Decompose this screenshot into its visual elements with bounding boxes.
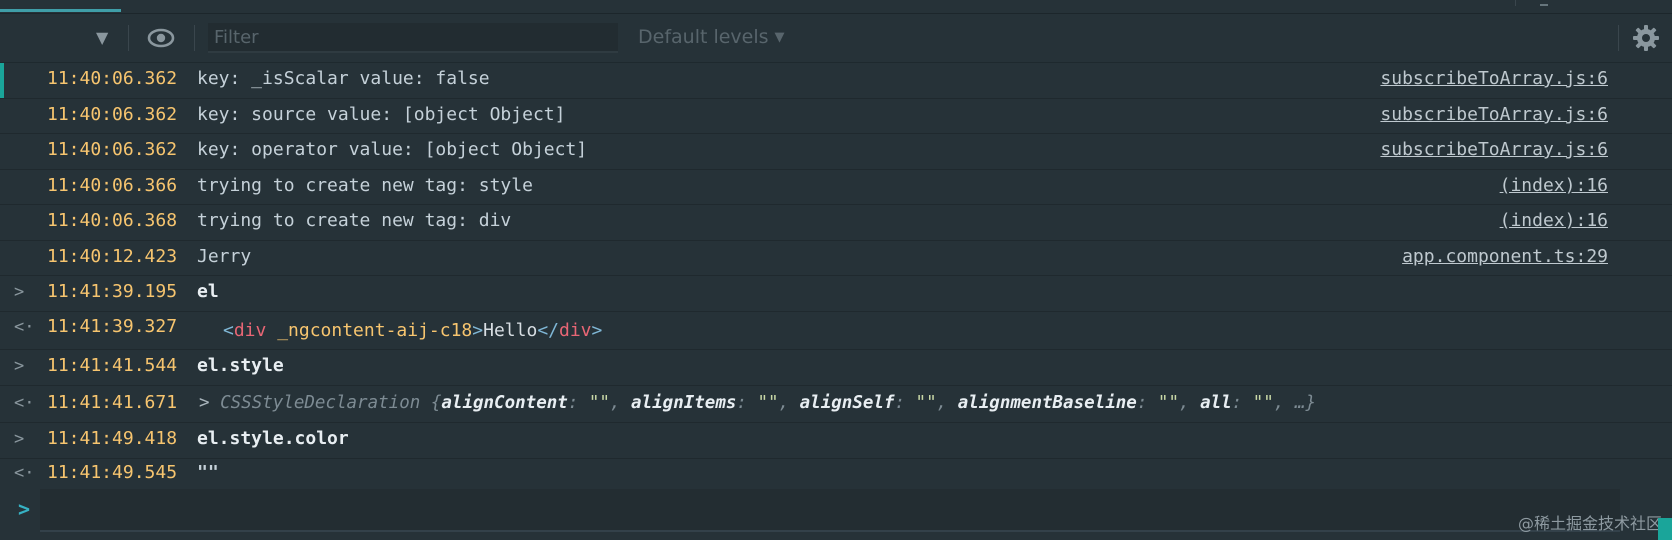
property-key: alignmentBaseline bbox=[957, 393, 1137, 413]
command-row: > 11:41:39.195 el bbox=[0, 275, 1672, 312]
brace-open: { bbox=[430, 393, 442, 413]
ellipsis: …} bbox=[1294, 393, 1316, 413]
element-node[interactable]: <div _ngcontent-aij-c18>Hello</div> bbox=[223, 315, 602, 347]
overflow-icon[interactable] bbox=[1540, 0, 1548, 6]
chevron-right-icon: > bbox=[14, 356, 25, 376]
log-row: 11:40:06.362 key: source value: [object … bbox=[0, 98, 1672, 134]
property-value: "" bbox=[915, 393, 937, 413]
eye-icon[interactable] bbox=[147, 27, 175, 49]
property-value: "" bbox=[1157, 393, 1179, 413]
end-tag-name: div bbox=[559, 320, 592, 341]
timestamp: 11:41:39.195 bbox=[47, 281, 178, 302]
scroll-corner bbox=[1658, 518, 1672, 540]
command-row: > 11:41:41.544 el.style bbox=[0, 349, 1672, 386]
source-link[interactable]: subscribeToArray.js:6 bbox=[1380, 98, 1608, 132]
log-row: 11:40:06.362 key: _isScalar value: false… bbox=[0, 63, 1672, 99]
command-text: el bbox=[197, 281, 219, 302]
property-value: "" bbox=[1252, 393, 1274, 413]
log-row: 11:40:06.368 trying to create new tag: d… bbox=[0, 204, 1672, 241]
timestamp: 11:41:41.671 bbox=[47, 392, 178, 413]
chevron-right-icon: > bbox=[14, 282, 25, 302]
tag-close-bracket: > bbox=[472, 320, 484, 341]
command-text: el.style.color bbox=[197, 428, 349, 449]
property-value: "" bbox=[588, 393, 610, 413]
log-message: key: source value: [object Object] bbox=[197, 104, 566, 125]
timestamp: 11:41:39.327 bbox=[47, 316, 178, 337]
filter-input[interactable] bbox=[208, 23, 618, 53]
attribute-name: _ngcontent-aij-c18 bbox=[277, 320, 473, 341]
return-arrow-icon: <· bbox=[14, 393, 35, 413]
timestamp: 11:41:49.418 bbox=[47, 428, 178, 449]
log-message: key: operator value: [object Object] bbox=[197, 139, 588, 160]
return-arrow-icon: <· bbox=[14, 463, 35, 483]
result-value: "" bbox=[197, 462, 219, 483]
log-row: 11:40:06.366 trying to create new tag: s… bbox=[0, 169, 1672, 205]
log-message: Jerry bbox=[197, 246, 252, 267]
prompt-chevron-icon: > bbox=[18, 497, 31, 521]
active-tab-indicator[interactable] bbox=[0, 9, 121, 12]
source-link[interactable]: (index):16 bbox=[1500, 169, 1608, 203]
property-key: alignSelf bbox=[799, 393, 895, 413]
console-input[interactable] bbox=[40, 489, 1620, 532]
object-class-name: CSSStyleDeclaration bbox=[220, 393, 421, 413]
log-message: key: _isScalar value: false bbox=[197, 68, 490, 89]
expand-arrow-icon[interactable]: > bbox=[199, 393, 210, 413]
log-row: 11:40:12.423 Jerry app.component.ts:29 bbox=[0, 240, 1672, 276]
property-value: "" bbox=[757, 393, 779, 413]
tab-strip bbox=[0, 0, 1672, 14]
log-message: trying to create new tag: div bbox=[197, 210, 512, 231]
chevron-right-icon: > bbox=[14, 429, 25, 449]
tag-name: div bbox=[233, 320, 267, 341]
result-row: <· 11:41:41.671 > CSSStyleDeclaration {a… bbox=[0, 385, 1672, 423]
tag-open-bracket: < bbox=[223, 320, 234, 341]
source-link[interactable]: subscribeToArray.js:6 bbox=[1380, 133, 1608, 167]
timestamp: 11:40:06.366 bbox=[47, 175, 178, 196]
log-levels-label: Default levels bbox=[638, 26, 769, 48]
property-key: all bbox=[1200, 393, 1232, 413]
result-row: <· 11:41:39.327 <div _ngcontent-aij-c18>… bbox=[0, 311, 1672, 350]
watermark: @稀土掘金技术社区 bbox=[1517, 514, 1662, 533]
end-tag-close-bracket: > bbox=[591, 320, 603, 341]
command-row: > 11:41:49.418 el.style.color bbox=[0, 422, 1672, 459]
console-toolbar: ▼ Default levels ▼ bbox=[0, 14, 1672, 63]
timestamp: 11:41:41.544 bbox=[47, 355, 178, 376]
command-text: el.style bbox=[197, 355, 284, 376]
object-preview[interactable]: > CSSStyleDeclaration {alignContent: "",… bbox=[199, 385, 1316, 421]
timestamp: 11:41:49.545 bbox=[47, 462, 178, 483]
context-dropdown-icon[interactable]: ▼ bbox=[96, 28, 108, 47]
log-levels-dropdown[interactable]: Default levels ▼ bbox=[638, 26, 785, 48]
element-text: Hello bbox=[483, 320, 538, 341]
tab-divider bbox=[1515, 0, 1516, 6]
timestamp: 11:40:06.362 bbox=[47, 68, 178, 89]
log-row: 11:40:06.362 key: operator value: [objec… bbox=[0, 133, 1672, 170]
property-key: alignContent bbox=[441, 393, 568, 413]
source-link[interactable]: app.component.ts:29 bbox=[1402, 240, 1608, 274]
source-link[interactable]: (index):16 bbox=[1500, 204, 1608, 238]
toolbar-divider bbox=[194, 25, 195, 51]
return-arrow-icon: <· bbox=[14, 317, 35, 337]
toolbar-divider bbox=[128, 25, 129, 51]
source-link[interactable]: subscribeToArray.js:6 bbox=[1380, 63, 1608, 95]
timestamp: 11:40:06.368 bbox=[47, 210, 178, 231]
timestamp: 11:40:12.423 bbox=[47, 246, 178, 267]
property-key: alignItems bbox=[631, 393, 737, 413]
gear-icon[interactable] bbox=[1632, 24, 1660, 52]
log-message: trying to create new tag: style bbox=[197, 175, 533, 196]
end-tag-open-bracket: </ bbox=[537, 320, 559, 341]
timestamp: 11:40:06.362 bbox=[47, 139, 178, 160]
chevron-down-icon: ▼ bbox=[774, 30, 785, 45]
timestamp: 11:40:06.362 bbox=[47, 104, 178, 125]
console-prompt: > bbox=[0, 489, 1672, 540]
result-row: <· 11:41:49.545 "" bbox=[0, 458, 1672, 489]
toolbar-divider bbox=[1618, 25, 1619, 51]
